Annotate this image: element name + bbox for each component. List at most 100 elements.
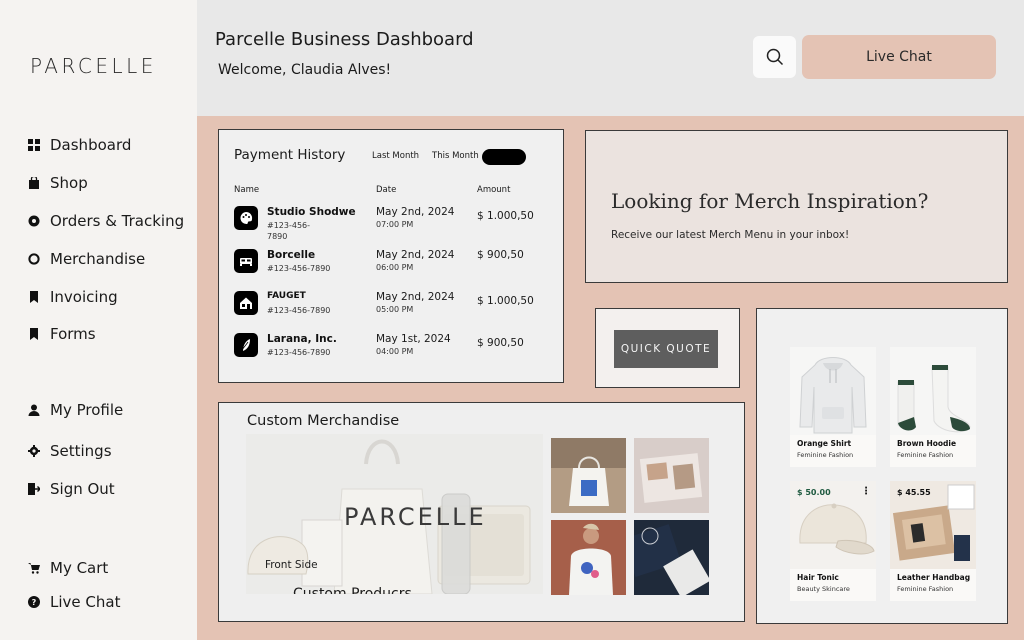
nav-label: Settings — [50, 442, 112, 460]
payment-history-card: Payment History Last Month This Month Na… — [218, 129, 564, 383]
nav-label: My Cart — [50, 559, 109, 577]
product-category: Beauty Skincare — [797, 585, 850, 593]
nav-live-chat[interactable]: ? Live Chat — [28, 593, 120, 611]
payment-date: May 1st, 2024 — [376, 333, 451, 345]
sign-out-icon — [28, 483, 40, 495]
leaf-icon — [234, 333, 258, 357]
product-card[interactable]: Brown Hoodie Feminine Fashion — [890, 347, 976, 467]
nav-invoicing[interactable]: Invoicing — [28, 288, 118, 306]
nav-shop[interactable]: Shop — [28, 174, 88, 192]
product-card[interactable]: Orange Shirt Feminine Fashion — [790, 347, 876, 467]
column-header-name: Name — [234, 185, 260, 195]
nav-label: Shop — [50, 174, 88, 192]
nav-label: My Profile — [50, 401, 124, 419]
nav-settings[interactable]: Settings — [28, 442, 112, 460]
table-row[interactable]: Borcelle #123-456-7890 May 2nd, 2024 06:… — [234, 249, 554, 289]
svg-text:?: ? — [32, 598, 37, 607]
front-side-label: Front Side — [265, 559, 318, 571]
custom-merchandise-card: Custom Merchandise PARCELLE Front Side C… — [218, 402, 745, 622]
product-price: $ 50.00 — [797, 488, 831, 497]
help-icon: ? — [28, 596, 40, 608]
brand-logo: PARCELLE — [30, 54, 157, 78]
payee-id: #123-456-7890 — [267, 348, 331, 357]
merch-thumbnail[interactable] — [551, 438, 626, 513]
sidebar: PARCELLE Dashboard Shop Orders & Trackin… — [0, 0, 197, 640]
gear-icon — [28, 445, 40, 457]
payment-amount: $ 900,50 — [477, 337, 524, 349]
nav-label: Merchandise — [50, 250, 146, 268]
grid-icon — [28, 139, 40, 151]
table-row[interactable]: Studio Shodwe #123-456-7890 May 2nd, 202… — [234, 206, 554, 246]
payment-history-title: Payment History — [234, 147, 346, 163]
product-name: Brown Hoodie — [897, 439, 957, 448]
payment-time: 04:00 PM — [376, 347, 414, 356]
welcome-message: Welcome, Claudia Alves! — [218, 62, 392, 78]
quick-quote-card: QUICK QUOTE — [595, 308, 740, 388]
live-chat-button[interactable]: Live Chat — [802, 35, 996, 79]
nav-label: Live Chat — [50, 593, 121, 611]
month-toggle[interactable] — [482, 149, 526, 165]
payment-date: May 2nd, 2024 — [376, 206, 455, 218]
merch-inspiration-subtitle: Receive our latest Merch Menu in your in… — [611, 229, 850, 241]
product-category: Feminine Fashion — [897, 585, 954, 593]
hoodie-image — [790, 347, 876, 435]
catalog-image — [634, 438, 709, 513]
nav-merchandise[interactable]: Merchandise — [28, 250, 145, 268]
payee-name: FAUGET — [267, 291, 306, 301]
model-sweatshirt-image — [551, 520, 626, 595]
shopping-bag-icon — [29, 177, 39, 189]
house-icon — [234, 291, 258, 315]
nav-label: Sign Out — [50, 480, 115, 498]
payment-time: 05:00 PM — [376, 305, 414, 314]
tab-this-month[interactable]: This Month — [432, 151, 479, 161]
stationery-image — [634, 520, 709, 595]
table-row[interactable]: Larana, Inc. #123-456-7890 May 1st, 2024… — [234, 333, 554, 373]
product-category: Feminine Fashion — [897, 451, 954, 459]
palette-icon — [234, 206, 258, 230]
search-button[interactable] — [753, 36, 796, 78]
payee-name: Studio Shodwe — [267, 206, 356, 218]
product-name: Hair Tonic — [797, 573, 839, 582]
column-header-date: Date — [376, 185, 397, 195]
payment-time: 07:00 PM — [376, 220, 414, 229]
merch-thumbnail[interactable] — [551, 520, 626, 595]
tab-last-month[interactable]: Last Month — [372, 151, 419, 161]
quick-quote-button[interactable]: QUICK QUOTE — [614, 330, 718, 368]
nav-orders-tracking[interactable]: Orders & Tracking — [28, 212, 184, 230]
nav-label: Dashboard — [50, 136, 132, 154]
header: Parcelle Business Dashboard Welcome, Cla… — [197, 0, 1024, 116]
payment-date: May 2nd, 2024 — [376, 249, 455, 261]
nav-my-profile[interactable]: My Profile — [28, 401, 123, 419]
nav-dashboard[interactable]: Dashboard — [28, 136, 131, 154]
custom-products-caption: Custom Producrs — [293, 586, 412, 594]
payment-amount: $ 900,50 — [477, 249, 524, 261]
product-price: $ 45.55 — [897, 488, 931, 497]
nav-label: Invoicing — [50, 288, 118, 306]
merch-inspiration-card[interactable]: Looking for Merch Inspiration? Receive o… — [585, 130, 1008, 283]
product-card[interactable]: $ 50.00 ⋮ Hair Tonic Beauty Skincare — [790, 481, 876, 601]
socks-image — [890, 347, 976, 435]
nav-forms[interactable]: Forms — [28, 325, 96, 343]
product-category: Feminine Fashion — [797, 451, 854, 459]
product-name: Orange Shirt — [797, 439, 852, 448]
merch-thumbnail[interactable] — [634, 438, 709, 513]
table-row[interactable]: FAUGET #123-456-7890 May 2nd, 2024 05:00… — [234, 291, 554, 331]
payment-amount: $ 1.000,50 — [477, 210, 534, 222]
product-name: Leather Handbag — [897, 573, 971, 582]
nav-my-cart[interactable]: My Cart — [28, 559, 108, 577]
more-options-icon[interactable]: ⋮ — [861, 486, 871, 497]
product-card[interactable]: $ 45.55 Leather Handbag Feminine Fashion — [890, 481, 976, 601]
payee-name: Larana, Inc. — [267, 333, 337, 345]
merch-hero-image[interactable]: PARCELLE Front Side Custom Producrs — [246, 434, 543, 594]
payment-date: May 2nd, 2024 — [376, 291, 455, 303]
nav-sign-out[interactable]: Sign Out — [28, 480, 115, 498]
payment-amount: $ 1.000,50 — [477, 295, 534, 307]
user-icon — [28, 404, 40, 416]
page-title: Parcelle Business Dashboard — [215, 29, 474, 50]
tracking-icon — [28, 215, 40, 227]
hero-brand-text: PARCELLE — [344, 503, 487, 531]
nav-label: Orders & Tracking — [50, 212, 185, 230]
merch-thumbnail[interactable] — [634, 520, 709, 595]
payee-id: #123-456-7890 — [267, 306, 331, 315]
custom-merchandise-title: Custom Merchandise — [247, 413, 400, 429]
